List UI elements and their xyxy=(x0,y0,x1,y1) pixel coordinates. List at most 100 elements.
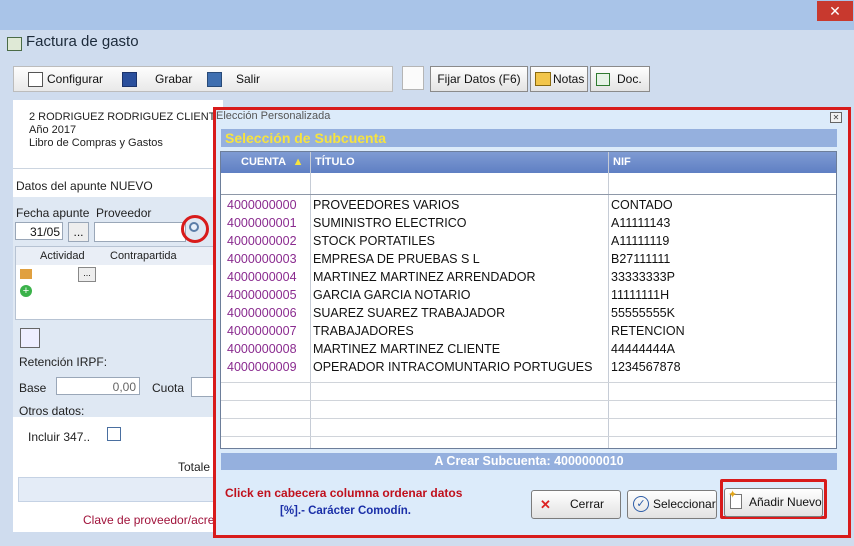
col-actividad: Actividad xyxy=(40,250,85,262)
configurar-label: Configurar xyxy=(47,72,104,86)
close-x-icon: ✕ xyxy=(540,497,551,512)
cell-cuenta: 4000000006 xyxy=(227,306,297,320)
hint-wildcard: [%].- Carácter Comodín. xyxy=(280,505,411,517)
cell-nif: 44444444A xyxy=(611,342,675,356)
anadir-nuevo-button[interactable]: ✦ Añadir Nuevo xyxy=(724,488,823,517)
fecha-input[interactable]: 31/05 xyxy=(15,222,63,240)
cell-titulo: PROVEEDORES VARIOS xyxy=(313,198,460,212)
col-titulo-header[interactable]: TÍTULO xyxy=(315,152,355,173)
cell-nif: A11111143 xyxy=(611,216,671,230)
hint-sort: Click en cabecera columna ordenar datos xyxy=(225,486,463,500)
grabar-label: Grabar xyxy=(155,72,193,86)
check-circle-icon: ✓ xyxy=(633,496,649,512)
actividad-dots-button[interactable]: ... xyxy=(78,267,96,282)
toggle-square[interactable] xyxy=(402,66,424,90)
cell-titulo: OPERADOR INTRACOMUNTARIO PORTUGUES xyxy=(313,360,593,374)
cell-titulo: MARTINEZ MARTINEZ ARRENDADOR xyxy=(313,270,536,284)
cell-titulo: EMPRESA DE PRUEBAS S L xyxy=(313,252,480,266)
form-title: Factura de gasto xyxy=(26,33,139,50)
empty-row-line xyxy=(221,400,836,401)
cell-cuenta: 4000000005 xyxy=(227,288,297,302)
doc-button[interactable]: Doc. xyxy=(590,66,650,92)
col-cuenta-label: CUENTA xyxy=(241,156,286,168)
otros-datos-label: Otros datos: xyxy=(19,404,85,418)
salir-label: Salir xyxy=(236,72,261,86)
dialog-close-icon[interactable]: ✕ xyxy=(830,112,842,123)
search-icon[interactable] xyxy=(189,222,199,232)
sort-up-icon: ▲ xyxy=(292,156,304,168)
table-row[interactable]: 4000000009 OPERADOR INTRACOMUNTARIO PORTU… xyxy=(221,358,836,376)
cell-nif: CONTADO xyxy=(611,198,673,212)
empty-row-line xyxy=(221,436,836,437)
form-icon xyxy=(7,37,22,51)
filter-cuenta-input[interactable] xyxy=(222,175,309,193)
dialog-title: Elección Personalizada xyxy=(216,110,331,122)
fecha-dots-button[interactable]: ... xyxy=(68,222,89,242)
table-row[interactable]: 4000000008 MARTINEZ MARTINEZ CLIENTE 44444… xyxy=(221,340,836,358)
form-toolbar: Configurar Grabar Salir xyxy=(13,66,393,92)
table-row[interactable]: 4000000003 EMPRESA DE PRUEBAS S L B2711111… xyxy=(221,250,836,268)
col-nif-header[interactable]: NIF xyxy=(613,152,631,173)
filter-nif-input[interactable] xyxy=(610,175,834,193)
sparkle-icon: ✦ xyxy=(728,489,738,501)
base-label: Base xyxy=(19,381,47,395)
edit-pencil-icon[interactable] xyxy=(20,269,32,279)
totales-box xyxy=(18,477,220,502)
cell-nif: RETENCION xyxy=(611,324,685,338)
table-row[interactable]: 4000000004 MARTINEZ MARTINEZ ARRENDADOR 33… xyxy=(221,268,836,286)
divider xyxy=(13,168,223,169)
proveedor-input[interactable] xyxy=(94,222,186,242)
window-titlebar xyxy=(0,0,854,30)
table-row[interactable]: 4000000002 STOCK PORTATILES A11111119 xyxy=(221,232,836,250)
cell-titulo: GARCIA GARCIA NOTARIO xyxy=(313,288,471,302)
cuota-label: Cuota xyxy=(152,381,185,395)
fecha-apunte-label: Fecha apunte xyxy=(16,206,90,220)
client-line-1: 2 RODRIGUEZ RODRIGUEZ CLIENTE xyxy=(29,111,223,123)
doc-label: Doc. xyxy=(617,72,642,86)
close-icon: ✕ xyxy=(829,3,841,19)
filter-titulo-input[interactable] xyxy=(312,175,607,193)
table-header: CUENTA ▲ TÍTULO NIF xyxy=(221,152,836,173)
exit-door-icon xyxy=(207,72,222,87)
col-contrapartida: Contrapartida xyxy=(110,250,177,262)
datos-apunte-label: Datos del apunte NUEVO xyxy=(16,179,153,193)
cell-cuenta: 4000000000 xyxy=(227,198,297,212)
incluir-347-checkbox[interactable] xyxy=(107,427,121,441)
cell-cuenta: 4000000008 xyxy=(227,342,297,356)
fijar-datos-button[interactable]: Fijar Datos (F6) xyxy=(430,66,528,92)
cell-nif: A11111119 xyxy=(611,234,670,248)
seleccionar-button[interactable]: ✓ Seleccionar xyxy=(627,490,717,519)
save-icon xyxy=(122,72,137,87)
client-line-2: Año 2017 xyxy=(29,124,77,136)
base-input[interactable]: 0,00 xyxy=(56,377,140,395)
cerrar-button[interactable]: ✕ Cerrar xyxy=(531,490,621,519)
cell-cuenta: 4000000003 xyxy=(227,252,297,266)
anadir-nuevo-label: Añadir Nuevo xyxy=(749,495,822,509)
empty-row-line xyxy=(221,382,836,383)
cell-titulo: TRABAJADORES xyxy=(313,324,414,338)
create-subcuenta-bar: A Crear Subcuenta: 4000000010 xyxy=(221,453,837,470)
filter-divider xyxy=(221,194,836,195)
window-close-button[interactable]: ✕ xyxy=(817,1,853,21)
filter-row xyxy=(221,175,836,193)
notas-button[interactable]: Notas xyxy=(530,66,588,92)
incluir-347-label: Incluir 347.. xyxy=(28,430,91,444)
table-row[interactable]: 4000000001 SUMINISTRO ELECTRICO A11111143 xyxy=(221,214,836,232)
cell-nif: B27111111 xyxy=(611,252,671,266)
add-line-icon[interactable]: + xyxy=(20,285,32,297)
table-row[interactable]: 4000000007 TRABAJADORES RETENCION xyxy=(221,322,836,340)
status-text: Clave de proveedor/acre xyxy=(83,513,215,527)
trash-icon[interactable] xyxy=(20,328,40,348)
table-row[interactable]: 4000000006 SUAREZ SUAREZ TRABAJADOR 555555… xyxy=(221,304,836,322)
proveedor-label: Proveedor xyxy=(96,206,152,220)
table-row[interactable]: 4000000005 GARCIA GARCIA NOTARIO 11111111H xyxy=(221,286,836,304)
cell-cuenta: 4000000002 xyxy=(227,234,297,248)
cell-cuenta: 4000000009 xyxy=(227,360,297,374)
col-cuenta-header[interactable]: CUENTA ▲ xyxy=(241,152,304,173)
client-line-3: Libro de Compras y Gastos xyxy=(29,137,163,149)
table-row[interactable]: 4000000000 PROVEEDORES VARIOS CONTADO xyxy=(221,196,836,214)
cell-nif: 55555555K xyxy=(611,306,675,320)
cell-titulo: SUMINISTRO ELECTRICO xyxy=(313,216,467,230)
settings-list-icon xyxy=(28,72,43,87)
cell-cuenta: 4000000007 xyxy=(227,324,297,338)
